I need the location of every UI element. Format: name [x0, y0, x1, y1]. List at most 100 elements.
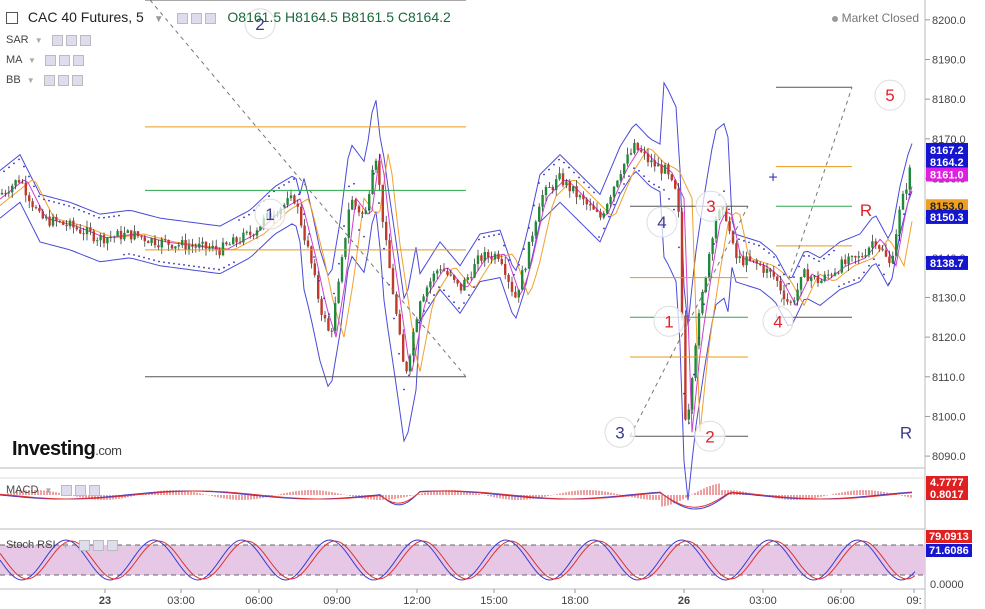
candle-body — [697, 313, 701, 346]
sar-dot — [668, 198, 670, 200]
close-icon[interactable] — [204, 12, 216, 24]
settings-icon[interactable] — [176, 12, 188, 24]
chevron-down-icon[interactable]: ▼ — [62, 541, 70, 550]
candle-body — [334, 303, 337, 331]
symbol-label[interactable]: CAC 40 Futures, 5 — [28, 9, 144, 25]
gear-icon[interactable] — [190, 12, 202, 24]
candle-body — [701, 292, 704, 314]
candle-body — [177, 245, 180, 247]
sar-dot — [458, 307, 460, 310]
sar-dot — [698, 337, 700, 339]
sar-dot — [793, 276, 795, 278]
candle-body — [106, 237, 109, 244]
candle-body — [551, 187, 554, 191]
candle-body — [351, 199, 354, 210]
stoch-tick-label: 0.0000 — [930, 579, 964, 591]
candle-body — [51, 217, 55, 226]
indicator-sar[interactable]: SAR ▼ — [6, 34, 91, 46]
chevron-down-icon[interactable]: ▼ — [35, 36, 43, 45]
settings-icon[interactable] — [61, 484, 73, 496]
candle-body — [769, 268, 772, 272]
main-chart[interactable]: 8200.08190.08180.08170.08160.08150.08140… — [0, 0, 985, 609]
gear-icon[interactable] — [65, 34, 77, 46]
sar-dot — [413, 348, 415, 350]
candle-body — [385, 221, 388, 241]
candle-body — [463, 279, 466, 291]
gear-icon[interactable] — [58, 54, 70, 66]
chevron-down-icon[interactable]: ▼ — [154, 14, 164, 25]
close-icon[interactable] — [72, 54, 84, 66]
sar-dot — [588, 186, 590, 189]
indicator-bb-label: BB — [6, 74, 21, 86]
candle-body — [38, 208, 41, 212]
gear-icon[interactable] — [75, 484, 87, 496]
close-icon[interactable] — [71, 74, 83, 86]
candle-body — [167, 240, 170, 245]
macd-value-label: 0.8017 — [930, 489, 964, 501]
sar-dot — [473, 286, 475, 289]
candle-body — [602, 213, 605, 218]
candle-body — [41, 211, 44, 219]
candle-body — [194, 246, 197, 248]
gear-icon[interactable] — [92, 539, 104, 551]
candle-body — [806, 269, 809, 281]
candle-body — [799, 276, 803, 290]
settings-icon[interactable] — [51, 34, 63, 46]
settings-icon[interactable] — [78, 539, 90, 551]
candle-body — [429, 281, 432, 288]
collapse-icon[interactable] — [6, 12, 18, 25]
y-tick-label: 8200.0 — [932, 15, 966, 27]
sar-dot — [403, 388, 405, 391]
candle-body — [0, 192, 4, 195]
candle-body — [337, 281, 340, 304]
candle-body — [470, 277, 473, 279]
close-icon[interactable] — [89, 484, 101, 496]
candle-body — [531, 235, 534, 242]
settings-icon[interactable] — [43, 74, 55, 86]
indicator-bb[interactable]: BB ▼ — [6, 74, 83, 86]
candle-body — [803, 269, 806, 277]
market-status-text: Market Closed — [841, 11, 919, 25]
sar-dot — [218, 268, 220, 271]
sar-dot — [248, 213, 250, 216]
sar-dot — [633, 167, 635, 170]
candle-body — [827, 274, 830, 276]
sar-dot — [643, 175, 645, 177]
candle-body — [289, 195, 293, 199]
candle-body — [72, 220, 75, 228]
candle-body — [102, 235, 106, 244]
sar-dot — [38, 195, 40, 198]
x-tick-label: 26 — [678, 595, 690, 607]
close-icon[interactable] — [79, 34, 91, 46]
close-icon[interactable] — [106, 539, 118, 551]
sar-dot — [623, 183, 625, 185]
settings-icon[interactable] — [44, 54, 56, 66]
chevron-down-icon[interactable]: ▼ — [44, 486, 52, 495]
stoch-header[interactable]: Stoch RSI ▼ — [6, 539, 118, 551]
sar-dot — [783, 273, 785, 276]
candle-body — [908, 167, 911, 190]
x-tick-label: 12:00 — [403, 595, 431, 607]
sar-dot — [333, 292, 335, 295]
candle-body — [561, 173, 565, 186]
indicator-ma[interactable]: MA ▼ — [6, 54, 84, 66]
sar-dot — [768, 252, 770, 254]
gear-icon[interactable] — [57, 74, 69, 86]
candle-body — [374, 160, 378, 170]
sar-dot — [838, 285, 840, 288]
sar-dot — [573, 171, 575, 174]
sar-dot — [228, 264, 230, 266]
candle-body — [113, 236, 116, 238]
chevron-down-icon[interactable]: ▼ — [28, 56, 36, 65]
chevron-down-icon[interactable]: ▼ — [27, 76, 35, 85]
sar-dot — [203, 266, 205, 269]
candle-body — [31, 201, 34, 208]
candle-body — [55, 217, 58, 222]
sar-dot — [618, 191, 620, 194]
sar-dot — [548, 168, 550, 171]
candle-body — [895, 234, 898, 256]
sar-dot — [553, 163, 555, 166]
candle-body — [789, 301, 792, 303]
macd-header[interactable]: MACD ▼ — [6, 484, 101, 496]
candle-body — [623, 163, 626, 175]
